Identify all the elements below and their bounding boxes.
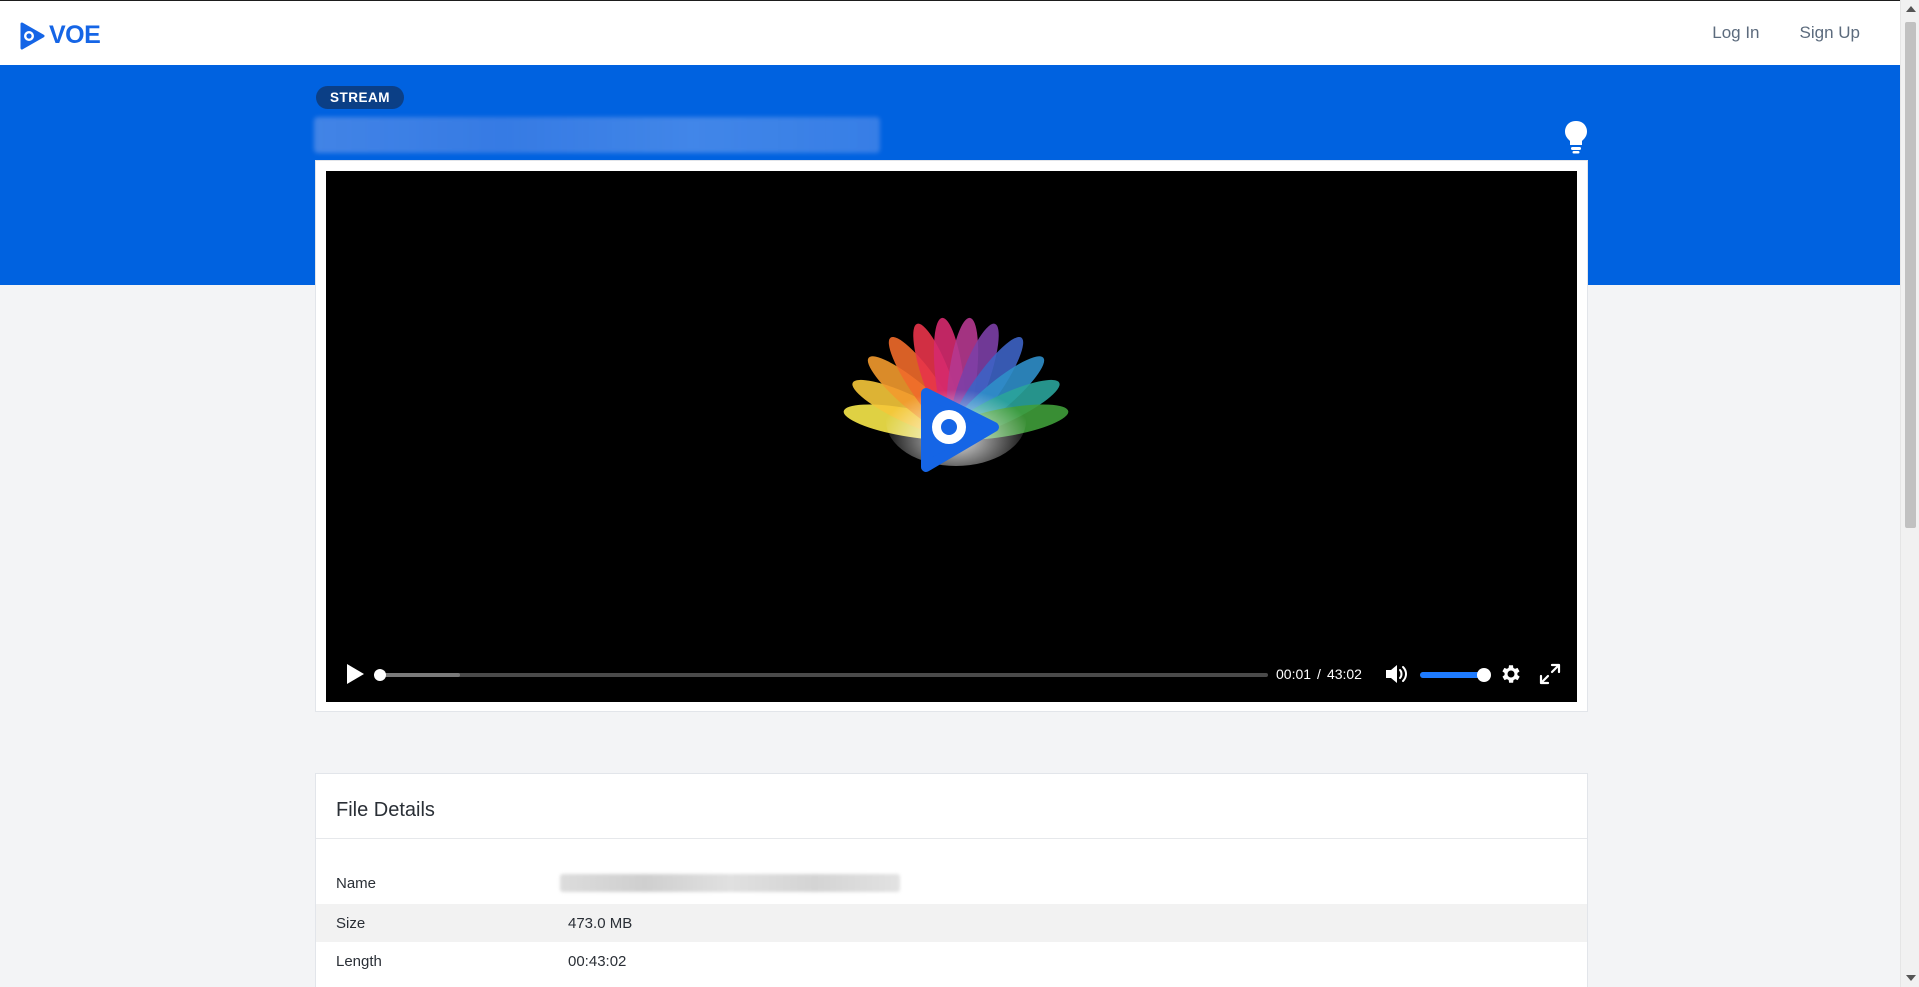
details-label: Length [336, 953, 382, 970]
details-value: 00:43:02 [568, 953, 627, 970]
duration: 43:02 [1326, 666, 1362, 682]
volume-slider[interactable] [1420, 668, 1491, 682]
volume-fill [1420, 672, 1484, 678]
file-details-heading: File Details [316, 774, 1587, 839]
voe-logo[interactable]: VOE [19, 21, 101, 50]
video-player[interactable]: 00:01 / 43:02 [326, 171, 1577, 702]
details-row-name: Name [316, 864, 1587, 904]
seek-handle[interactable] [374, 669, 387, 681]
voe-logo-icon [20, 22, 45, 49]
scroll-thumb[interactable] [1905, 22, 1916, 528]
player-card: 00:01 / 43:02 [315, 160, 1588, 712]
scroll-up-arrow[interactable] [1906, 6, 1916, 12]
volume-icon[interactable] [1384, 663, 1410, 685]
fullscreen-icon[interactable] [1538, 662, 1562, 686]
top-navbar: VOE Log In Sign Up [0, 0, 1900, 65]
play-icon[interactable] [344, 662, 366, 686]
details-label: Size [336, 915, 366, 932]
gear-icon[interactable] [1499, 662, 1523, 686]
details-row-size: Size 473.0 MB [316, 904, 1587, 942]
signup-link[interactable]: Sign Up [1800, 23, 1860, 43]
volume-handle[interactable] [1477, 668, 1491, 682]
scroll-down-arrow[interactable] [1906, 975, 1916, 981]
details-row-length: Length 00:43:02 [316, 942, 1587, 980]
buffered-bar [380, 673, 460, 677]
details-label: Name [336, 875, 377, 892]
video-splash-art [843, 317, 1069, 472]
page-scrollbar[interactable] [1900, 0, 1919, 987]
login-link[interactable]: Log In [1712, 23, 1759, 43]
file-name-redacted [560, 874, 900, 892]
brand-name: VOE [49, 21, 101, 49]
stream-badge: STREAM [316, 86, 404, 109]
file-details-card: File Details Name Size 473.0 MB Length 0… [315, 773, 1588, 987]
time-display: 00:01 / 43:02 [1276, 666, 1362, 682]
seek-bar[interactable] [374, 669, 1268, 681]
lightbulb-icon[interactable] [1562, 119, 1590, 155]
current-time: 00:01 [1276, 666, 1312, 682]
details-value: 473.0 MB [568, 915, 633, 932]
video-title-redacted [314, 117, 880, 153]
time-separator: / [1317, 666, 1321, 682]
auth-links: Log In Sign Up [1712, 23, 1860, 43]
player-controls: 00:01 / 43:02 [326, 646, 1577, 702]
